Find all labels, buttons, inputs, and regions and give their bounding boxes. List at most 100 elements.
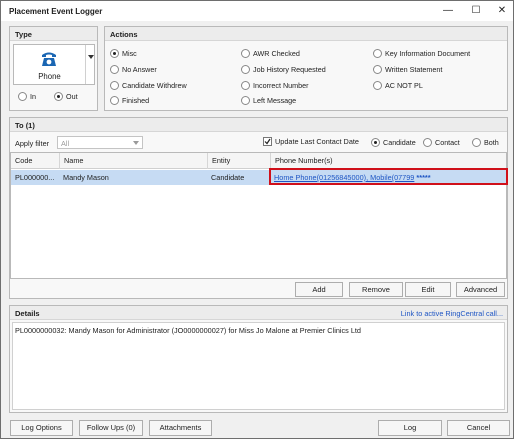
radio-dot (110, 96, 119, 105)
action-left-message-radio[interactable]: Left Message (241, 96, 296, 105)
action-written-statement-radio[interactable]: Written Statement (373, 65, 442, 74)
apply-filter-label: Apply filter (15, 139, 50, 148)
filter-value: All (61, 139, 70, 148)
type-dropdown-arrow[interactable] (85, 45, 95, 84)
radio-dot-in (18, 92, 27, 101)
details-textarea[interactable]: PL0000000032: Mandy Mason for Administra… (12, 322, 505, 410)
direction-out-radio[interactable]: Out (54, 92, 78, 101)
action-candidate-withdrew-radio[interactable]: Candidate Withdrew (110, 81, 187, 90)
add-button[interactable]: Add (295, 282, 343, 297)
action-label: Incorrect Number (253, 81, 309, 90)
radio-dot (241, 96, 250, 105)
grid-header: Code Name Entity Phone Number(s) (11, 153, 506, 169)
column-header-code[interactable]: Code (11, 153, 59, 169)
close-button[interactable]: ✕ (495, 5, 509, 17)
target-label: Both (484, 138, 499, 147)
action-label: No Answer (122, 65, 157, 74)
details-text: PL0000000032: Mandy Mason for Administra… (15, 326, 361, 335)
target-both-radio[interactable]: Both (472, 138, 499, 147)
log-button[interactable]: Log (378, 420, 442, 436)
apply-filter-dropdown[interactable]: All (57, 136, 143, 149)
details-panel-header: Details Link to active RingCentral call.… (10, 306, 507, 320)
window-title: Placement Event Logger (9, 7, 103, 16)
type-selector[interactable]: Phone (13, 44, 95, 85)
minimize-button[interactable]: — (441, 5, 455, 17)
action-finished-radio[interactable]: Finished (110, 96, 149, 105)
radio-dot-out (54, 92, 63, 101)
checkmark-icon (264, 138, 271, 145)
type-phone-label: Phone (38, 72, 61, 81)
action-label: AWR Checked (253, 49, 300, 58)
radio-dot (423, 138, 432, 147)
cell-entity: Candidate (211, 173, 245, 182)
cell-code: PL000000... (15, 173, 55, 182)
radio-dot (371, 138, 380, 147)
type-panel-header: Type (10, 27, 97, 41)
details-panel-title: Details (15, 309, 40, 318)
recipients-grid: Code Name Entity Phone Number(s) PL00000… (10, 152, 508, 279)
radio-dot (373, 49, 382, 58)
direction-in-radio[interactable]: In (18, 92, 36, 101)
target-label: Contact (435, 138, 460, 147)
radio-dot (373, 81, 382, 90)
direction-in-label: In (30, 92, 36, 101)
update-last-contact-label: Update Last Contact Date (275, 137, 359, 146)
action-label: Finished (122, 96, 150, 105)
action-label: Key Information Document (385, 49, 471, 58)
action-label: Misc (122, 49, 137, 58)
action-job-history-requested-radio[interactable]: Job History Requested (241, 65, 326, 74)
column-header-name[interactable]: Name (59, 153, 207, 169)
action-label: AC NOT PL (385, 81, 423, 90)
to-panel-title: To (1) (15, 121, 35, 130)
chevron-down-icon (133, 141, 139, 145)
action-label: Left Message (253, 96, 297, 105)
action-no-answer-radio[interactable]: No Answer (110, 65, 157, 74)
action-label: Job History Requested (253, 65, 326, 74)
radio-dot (110, 49, 119, 58)
cancel-button[interactable]: Cancel (447, 420, 510, 436)
radio-dot (241, 65, 250, 74)
action-misc-radio[interactable]: Misc (110, 49, 137, 58)
type-panel: Type Phone In Out (9, 26, 98, 111)
column-header-phone-numbers[interactable]: Phone Number(s) (270, 153, 506, 169)
cell-name: Mandy Mason (63, 173, 109, 182)
follow-ups-button[interactable]: Follow Ups (0) (79, 420, 143, 436)
title-bar: Placement Event Logger — ☐ ✕ (1, 1, 513, 21)
action-incorrect-number-radio[interactable]: Incorrect Number (241, 81, 309, 90)
ringcentral-call-link[interactable]: Link to active RingCentral call... (401, 309, 503, 318)
phone-icon (42, 52, 56, 66)
actions-panel: Actions Misc No Answer Candidate Withdre… (104, 26, 508, 111)
action-ac-not-pl-radio[interactable]: AC NOT PL (373, 81, 423, 90)
direction-out-label: Out (66, 92, 78, 101)
radio-dot (241, 49, 250, 58)
actions-panel-title: Actions (110, 30, 138, 39)
column-header-entity[interactable]: Entity (207, 153, 270, 169)
phone-highlight-box (269, 168, 508, 185)
log-options-button[interactable]: Log Options (10, 420, 73, 436)
actions-panel-header: Actions (105, 27, 507, 41)
edit-button[interactable]: Edit (405, 282, 451, 297)
chevron-down-icon (87, 55, 94, 59)
attachments-button[interactable]: Attachments (149, 420, 212, 436)
maximize-button[interactable]: ☐ (469, 5, 483, 17)
action-key-information-document-radio[interactable]: Key Information Document (373, 49, 470, 58)
radio-dot (110, 81, 119, 90)
to-panel-header: To (1) (10, 118, 507, 132)
radio-dot (373, 65, 382, 74)
radio-dot (241, 81, 250, 90)
placement-event-logger-window: Placement Event Logger — ☐ ✕ Type Phone … (0, 0, 514, 439)
action-label: Candidate Withdrew (122, 81, 187, 90)
checkbox-box (263, 137, 272, 146)
details-panel: Details Link to active RingCentral call.… (9, 305, 508, 413)
remove-button[interactable]: Remove (349, 282, 403, 297)
type-phone-tile[interactable]: Phone (14, 45, 85, 84)
type-panel-title: Type (15, 30, 32, 39)
target-contact-radio[interactable]: Contact (423, 138, 460, 147)
target-candidate-radio[interactable]: Candidate (371, 138, 416, 147)
action-awr-checked-radio[interactable]: AWR Checked (241, 49, 300, 58)
advanced-button[interactable]: Advanced (456, 282, 505, 297)
radio-dot (110, 65, 119, 74)
update-last-contact-checkbox[interactable]: Update Last Contact Date (263, 137, 359, 146)
radio-dot (472, 138, 481, 147)
target-label: Candidate (383, 138, 416, 147)
